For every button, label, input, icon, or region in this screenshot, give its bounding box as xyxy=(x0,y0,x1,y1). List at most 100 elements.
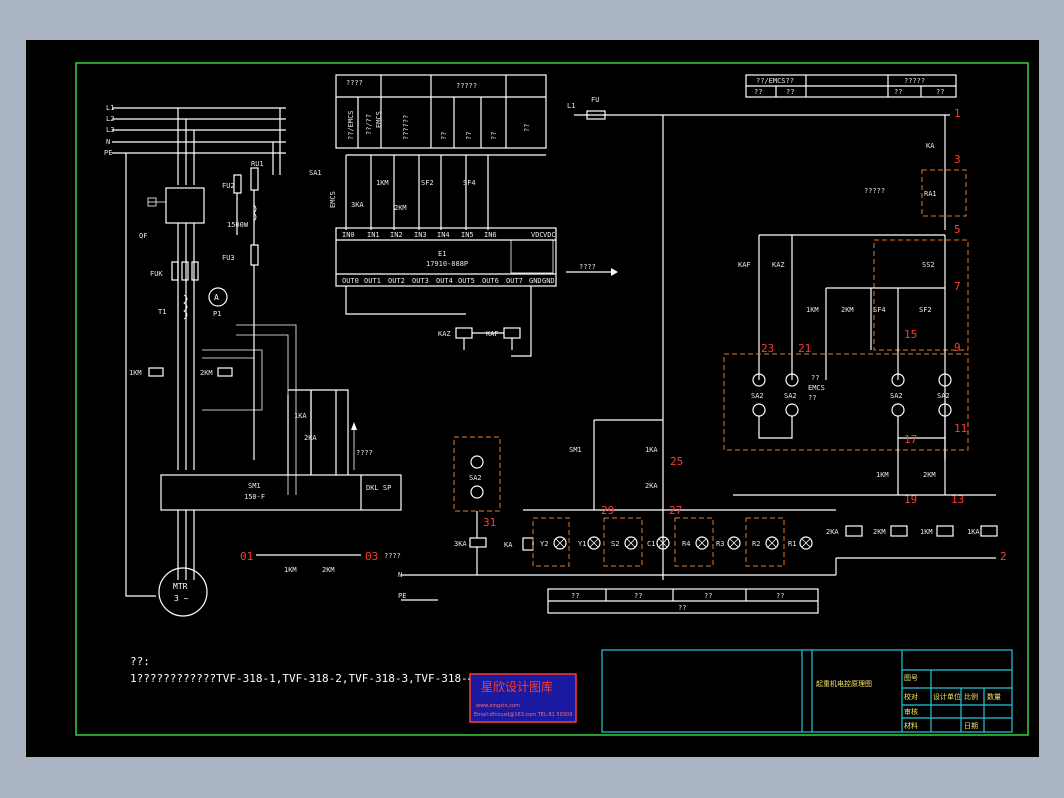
svg-text:EMCS: EMCS xyxy=(329,191,337,208)
svg-text:15: 15 xyxy=(904,328,917,341)
supply-lines: L1 L2 L3 N PE xyxy=(104,104,286,590)
svg-text:??: ?? xyxy=(786,88,794,96)
svg-text:IN2: IN2 xyxy=(390,231,403,239)
svg-text:2KM: 2KM xyxy=(923,471,936,479)
svg-text:3 ~: 3 ~ xyxy=(174,594,189,603)
svg-text:OUT5: OUT5 xyxy=(458,277,475,285)
svg-text:??: ?? xyxy=(808,394,816,402)
svg-text:R4: R4 xyxy=(682,540,690,548)
svg-text:QF: QF xyxy=(139,232,147,240)
lamp-r4: R4 xyxy=(682,536,709,550)
svg-text:OUT1: OUT1 xyxy=(364,277,381,285)
svg-text:SF2: SF2 xyxy=(421,179,434,187)
svg-text:EMCS: EMCS xyxy=(375,111,383,128)
pe-label: PE xyxy=(104,149,112,157)
upper-table: ???? ????? ??/EMCS ??/?? EMCS ?????? ?? … xyxy=(335,74,547,149)
svg-text:OUT3: OUT3 xyxy=(412,277,429,285)
svg-text:IN0: IN0 xyxy=(342,231,355,239)
svg-text:RA1: RA1 xyxy=(924,190,937,198)
svg-text:11: 11 xyxy=(954,422,967,435)
svg-text:??: ?? xyxy=(571,592,579,600)
svg-text:??: ?? xyxy=(490,132,498,140)
svg-text:审核: 审核 xyxy=(904,707,918,716)
svg-text:SM1: SM1 xyxy=(248,482,261,490)
drawing-border xyxy=(75,62,1029,736)
svg-text:VDC: VDC xyxy=(543,231,556,239)
svg-text:7: 7 xyxy=(954,280,961,293)
svg-text:1KA: 1KA xyxy=(645,446,658,454)
svg-text:2KM: 2KM xyxy=(394,204,407,212)
svg-text:SA2: SA2 xyxy=(469,474,482,482)
svg-text:星欣设计图库: 星欣设计图库 xyxy=(481,679,553,694)
svg-text:1500W: 1500W xyxy=(227,221,249,229)
svg-text:1KM: 1KM xyxy=(920,528,933,536)
svg-text:??: ?? xyxy=(465,132,473,140)
svg-text:??: ?? xyxy=(704,592,712,600)
svg-text:FUK: FUK xyxy=(150,270,163,278)
svg-text:27: 27 xyxy=(669,504,682,517)
svg-text:1KM: 1KM xyxy=(876,471,889,479)
svg-text:25: 25 xyxy=(670,455,683,468)
svg-text:3: 3 xyxy=(954,153,961,166)
svg-text:??: ?? xyxy=(634,592,642,600)
svg-text:OUT0: OUT0 xyxy=(342,277,359,285)
svg-text:FU3: FU3 xyxy=(222,254,235,262)
svg-text:Y1: Y1 xyxy=(578,540,586,548)
svg-text:T1: T1 xyxy=(158,308,166,316)
svg-text:KA: KA xyxy=(926,142,935,150)
svg-text:2KA: 2KA xyxy=(304,434,317,442)
svg-text:????: ???? xyxy=(346,79,363,87)
relay-coil-kaz xyxy=(455,327,473,339)
svg-text:3KA: 3KA xyxy=(351,201,364,209)
svg-text:SA2: SA2 xyxy=(890,392,903,400)
selector-switch-block: 23 21 SA2 SA2 SA2 SA2 ?? EMCS ?? 11 17 1… xyxy=(723,342,969,506)
svg-text:E1: E1 xyxy=(438,250,446,258)
svg-text:??/EMCS??: ??/EMCS?? xyxy=(756,77,794,85)
svg-text:校对: 校对 xyxy=(904,692,918,701)
drawing-sheet: L1 L2 L3 N PE QF FUK T1 A P1 1KM 2KM FU2… xyxy=(26,40,1039,757)
svg-text:SA2: SA2 xyxy=(751,392,764,400)
svg-text:IN1: IN1 xyxy=(367,231,380,239)
svg-text:KAF: KAF xyxy=(486,330,499,338)
svg-text:OUT4: OUT4 xyxy=(436,277,453,285)
lamp-r2: R2 xyxy=(752,536,779,550)
svg-text:SM1: SM1 xyxy=(569,446,582,454)
n-label: N xyxy=(106,138,110,146)
svg-text:2: 2 xyxy=(1000,550,1007,563)
svg-text:??????: ?????? xyxy=(402,115,410,140)
svg-text:数量: 数量 xyxy=(987,692,1001,701)
svg-text:5: 5 xyxy=(954,223,961,236)
l2-label: L2 xyxy=(106,115,114,123)
svg-text:IN5: IN5 xyxy=(461,231,474,239)
l3-label: L3 xyxy=(106,126,114,134)
svg-text:03: 03 xyxy=(365,550,378,563)
svg-text:IN6: IN6 xyxy=(484,231,497,239)
svg-text:??: ?? xyxy=(776,592,784,600)
svg-text:2KA: 2KA xyxy=(826,528,839,536)
control-fuses: FU2 RU1 1500W FU3 xyxy=(222,160,264,460)
svg-text:KAZ: KAZ xyxy=(438,330,451,338)
power-feed: 1KM 2KM xyxy=(129,223,297,495)
svg-text:KAF: KAF xyxy=(738,261,751,269)
relay-contacts-ka: 1KA 2KA ???? xyxy=(294,390,373,475)
current-transformer-t1: T1 A P1 xyxy=(158,287,228,320)
plc-input-wiring: SA1 EMCS 3KA 1KM 2KM SF2 SF4 xyxy=(309,154,546,230)
svg-text:2KM: 2KM xyxy=(322,566,335,574)
svg-text:????: ???? xyxy=(579,263,596,271)
coil-2ka: 2KA xyxy=(826,525,863,537)
svg-text:1KA: 1KA xyxy=(294,412,307,420)
svg-text:OUT7: OUT7 xyxy=(506,277,523,285)
svg-text:150-F: 150-F xyxy=(244,493,265,501)
svg-text:??: ?? xyxy=(936,88,944,96)
svg-text:IN3: IN3 xyxy=(414,231,427,239)
svg-text:29: 29 xyxy=(601,504,614,517)
coil-1ka: 1KA xyxy=(967,525,998,537)
svg-text:Email:dfcnusd@163.com TEL:81: Email:dfcnusd@163.com TEL:81 50309 xyxy=(474,712,572,718)
svg-text:比例: 比例 xyxy=(964,692,978,701)
svg-text:??: ?? xyxy=(811,374,819,382)
svg-text:17910-888P: 17910-888P xyxy=(426,260,468,268)
svg-text:??/??: ??/?? xyxy=(365,114,373,135)
svg-text:9: 9 xyxy=(954,341,961,354)
svg-text:SA2: SA2 xyxy=(937,392,950,400)
svg-text:DKL SP: DKL SP xyxy=(366,484,391,492)
